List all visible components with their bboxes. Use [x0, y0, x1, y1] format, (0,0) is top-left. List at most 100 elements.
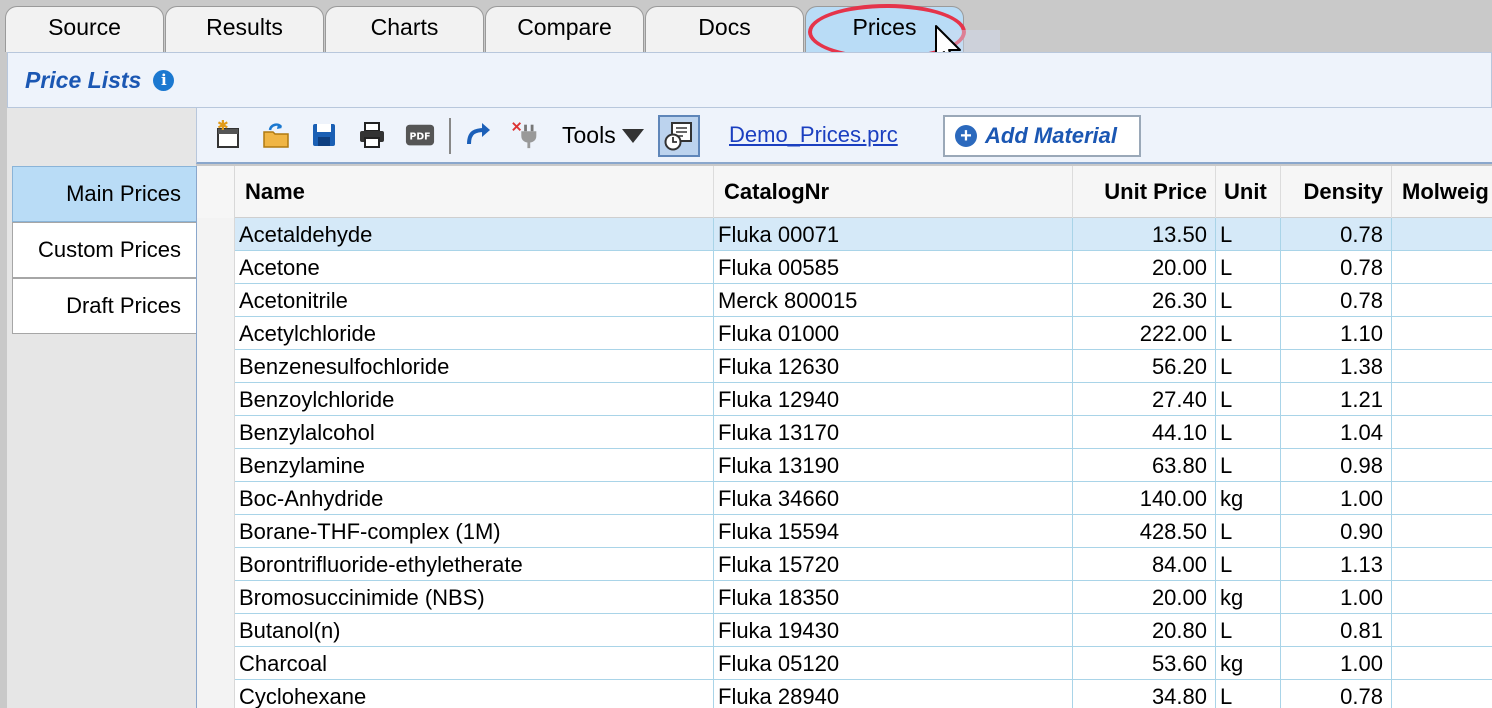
row-header-cell[interactable] [197, 251, 235, 284]
cell-density[interactable]: 0.98 [1281, 449, 1392, 482]
cell-catalognr[interactable]: Fluka 19430 [714, 614, 1073, 647]
row-header-cell[interactable] [197, 317, 235, 350]
price-file-link[interactable]: Demo_Prices.prc [729, 122, 898, 148]
tab-docs[interactable]: Docs [645, 6, 804, 52]
table-row[interactable]: Benzylalcohol Fluka 13170 44.10 L 1.04 [197, 416, 1492, 449]
cell-name[interactable]: Benzylalcohol [235, 416, 714, 449]
cell-name[interactable]: Cyclohexane [235, 680, 714, 708]
cell-catalognr[interactable]: Fluka 01000 [714, 317, 1073, 350]
cell-unit[interactable]: L [1216, 416, 1281, 449]
cell-catalognr[interactable]: Fluka 12630 [714, 350, 1073, 383]
column-header-name[interactable]: Name [235, 166, 714, 218]
cell-unit[interactable]: L [1216, 317, 1281, 350]
cell-molweight[interactable] [1392, 350, 1492, 383]
cell-molweight[interactable] [1392, 548, 1492, 581]
cell-unit[interactable]: L [1216, 515, 1281, 548]
cell-name[interactable]: Boc-Anhydride [235, 482, 714, 515]
cell-unit-price[interactable]: 44.10 [1073, 416, 1216, 449]
table-row[interactable]: Benzylamine Fluka 13190 63.80 L 0.98 [197, 449, 1492, 482]
cell-catalognr[interactable]: Fluka 13190 [714, 449, 1073, 482]
tools-dropdown[interactable]: Tools [562, 122, 644, 149]
cell-unit[interactable]: L [1216, 548, 1281, 581]
cell-unit[interactable]: L [1216, 383, 1281, 416]
cell-name[interactable]: Bromosuccinimide (NBS) [235, 581, 714, 614]
cell-density[interactable]: 1.13 [1281, 548, 1392, 581]
cell-molweight[interactable] [1392, 317, 1492, 350]
cell-name[interactable]: Benzylamine [235, 449, 714, 482]
table-row[interactable]: Benzenesulfochloride Fluka 12630 56.20 L 1.3… [197, 350, 1492, 383]
cell-density[interactable]: 0.90 [1281, 515, 1392, 548]
row-header-cell[interactable] [197, 350, 235, 383]
cell-unit[interactable]: kg [1216, 647, 1281, 680]
row-header-cell[interactable] [197, 284, 235, 317]
cell-catalognr[interactable]: Fluka 28940 [714, 680, 1073, 708]
cell-unit-price[interactable]: 26.30 [1073, 284, 1216, 317]
cell-name[interactable]: Borontrifluoride-ethyletherate [235, 548, 714, 581]
cell-unit-price[interactable]: 27.40 [1073, 383, 1216, 416]
cell-density[interactable]: 0.78 [1281, 680, 1392, 708]
info-icon[interactable]: i [153, 69, 175, 91]
column-header-density[interactable]: Density [1281, 166, 1392, 218]
cell-catalognr[interactable]: Fluka 15594 [714, 515, 1073, 548]
row-header-cell[interactable] [197, 581, 235, 614]
cell-molweight[interactable] [1392, 581, 1492, 614]
cell-unit[interactable]: L [1216, 350, 1281, 383]
cell-density[interactable]: 1.00 [1281, 482, 1392, 515]
cell-molweight[interactable] [1392, 680, 1492, 708]
row-header-cell[interactable] [197, 416, 235, 449]
cell-unit-price[interactable]: 84.00 [1073, 548, 1216, 581]
tab-results[interactable]: Results [165, 6, 324, 52]
cell-molweight[interactable] [1392, 284, 1492, 317]
save-icon[interactable] [309, 120, 339, 150]
cell-unit-price[interactable]: 34.80 [1073, 680, 1216, 708]
cell-name[interactable]: Charcoal [235, 647, 714, 680]
cell-name[interactable]: Benzoylchloride [235, 383, 714, 416]
row-header-cell[interactable] [197, 218, 235, 251]
cell-unit[interactable]: L [1216, 251, 1281, 284]
table-row[interactable]: Acetaldehyde Fluka 00071 13.50 L 0.78 [197, 218, 1492, 251]
cell-density[interactable]: 0.78 [1281, 218, 1392, 251]
cell-unit[interactable]: kg [1216, 581, 1281, 614]
tab-source[interactable]: Source [5, 6, 164, 52]
disconnect-icon[interactable] [511, 120, 541, 150]
tab-compare[interactable]: Compare [485, 6, 644, 52]
cell-name[interactable]: Acetaldehyde [235, 218, 714, 251]
cell-density[interactable]: 1.04 [1281, 416, 1392, 449]
new-file-icon[interactable]: ✱ [213, 120, 243, 150]
cell-unit-price[interactable]: 222.00 [1073, 317, 1216, 350]
table-row[interactable]: Borane-THF-complex (1M) Fluka 15594 428.50… [197, 515, 1492, 548]
cell-catalognr[interactable]: Fluka 00585 [714, 251, 1073, 284]
cell-catalognr[interactable]: Fluka 00071 [714, 218, 1073, 251]
table-row[interactable]: Butanol(n) Fluka 19430 20.80 L 0.81 [197, 614, 1492, 647]
cell-catalognr[interactable]: Fluka 34660 [714, 482, 1073, 515]
cell-unit-price[interactable]: 20.00 [1073, 581, 1216, 614]
sidebar-item-custom-prices[interactable]: Custom Prices [12, 222, 197, 278]
cell-name[interactable]: Acetylchloride [235, 317, 714, 350]
row-header-cell[interactable] [197, 482, 235, 515]
column-header-unit-price[interactable]: Unit Price [1073, 166, 1216, 218]
row-header-cell[interactable] [197, 647, 235, 680]
row-header-cell[interactable] [197, 548, 235, 581]
cell-name[interactable]: Acetonitrile [235, 284, 714, 317]
cell-molweight[interactable] [1392, 449, 1492, 482]
column-header-molweight[interactable]: Molweig [1392, 166, 1492, 218]
open-folder-icon[interactable] [261, 120, 291, 150]
cell-unit[interactable]: L [1216, 614, 1281, 647]
cell-molweight[interactable] [1392, 416, 1492, 449]
cell-molweight[interactable] [1392, 515, 1492, 548]
cell-density[interactable]: 1.00 [1281, 581, 1392, 614]
cell-molweight[interactable] [1392, 251, 1492, 284]
cell-catalognr[interactable]: Fluka 15720 [714, 548, 1073, 581]
column-header-catalognr[interactable]: CatalogNr [714, 166, 1073, 218]
row-header-cell[interactable] [197, 680, 235, 708]
tab-charts[interactable]: Charts [325, 6, 484, 52]
table-row[interactable]: Acetone Fluka 00585 20.00 L 0.78 [197, 251, 1492, 284]
cell-molweight[interactable] [1392, 482, 1492, 515]
redo-icon[interactable] [463, 120, 493, 150]
cell-unit-price[interactable]: 428.50 [1073, 515, 1216, 548]
cell-density[interactable]: 1.38 [1281, 350, 1392, 383]
cell-density[interactable]: 1.10 [1281, 317, 1392, 350]
print-icon[interactable] [357, 120, 387, 150]
cell-name[interactable]: Benzenesulfochloride [235, 350, 714, 383]
table-row[interactable]: Charcoal Fluka 05120 53.60 kg 1.00 [197, 647, 1492, 680]
